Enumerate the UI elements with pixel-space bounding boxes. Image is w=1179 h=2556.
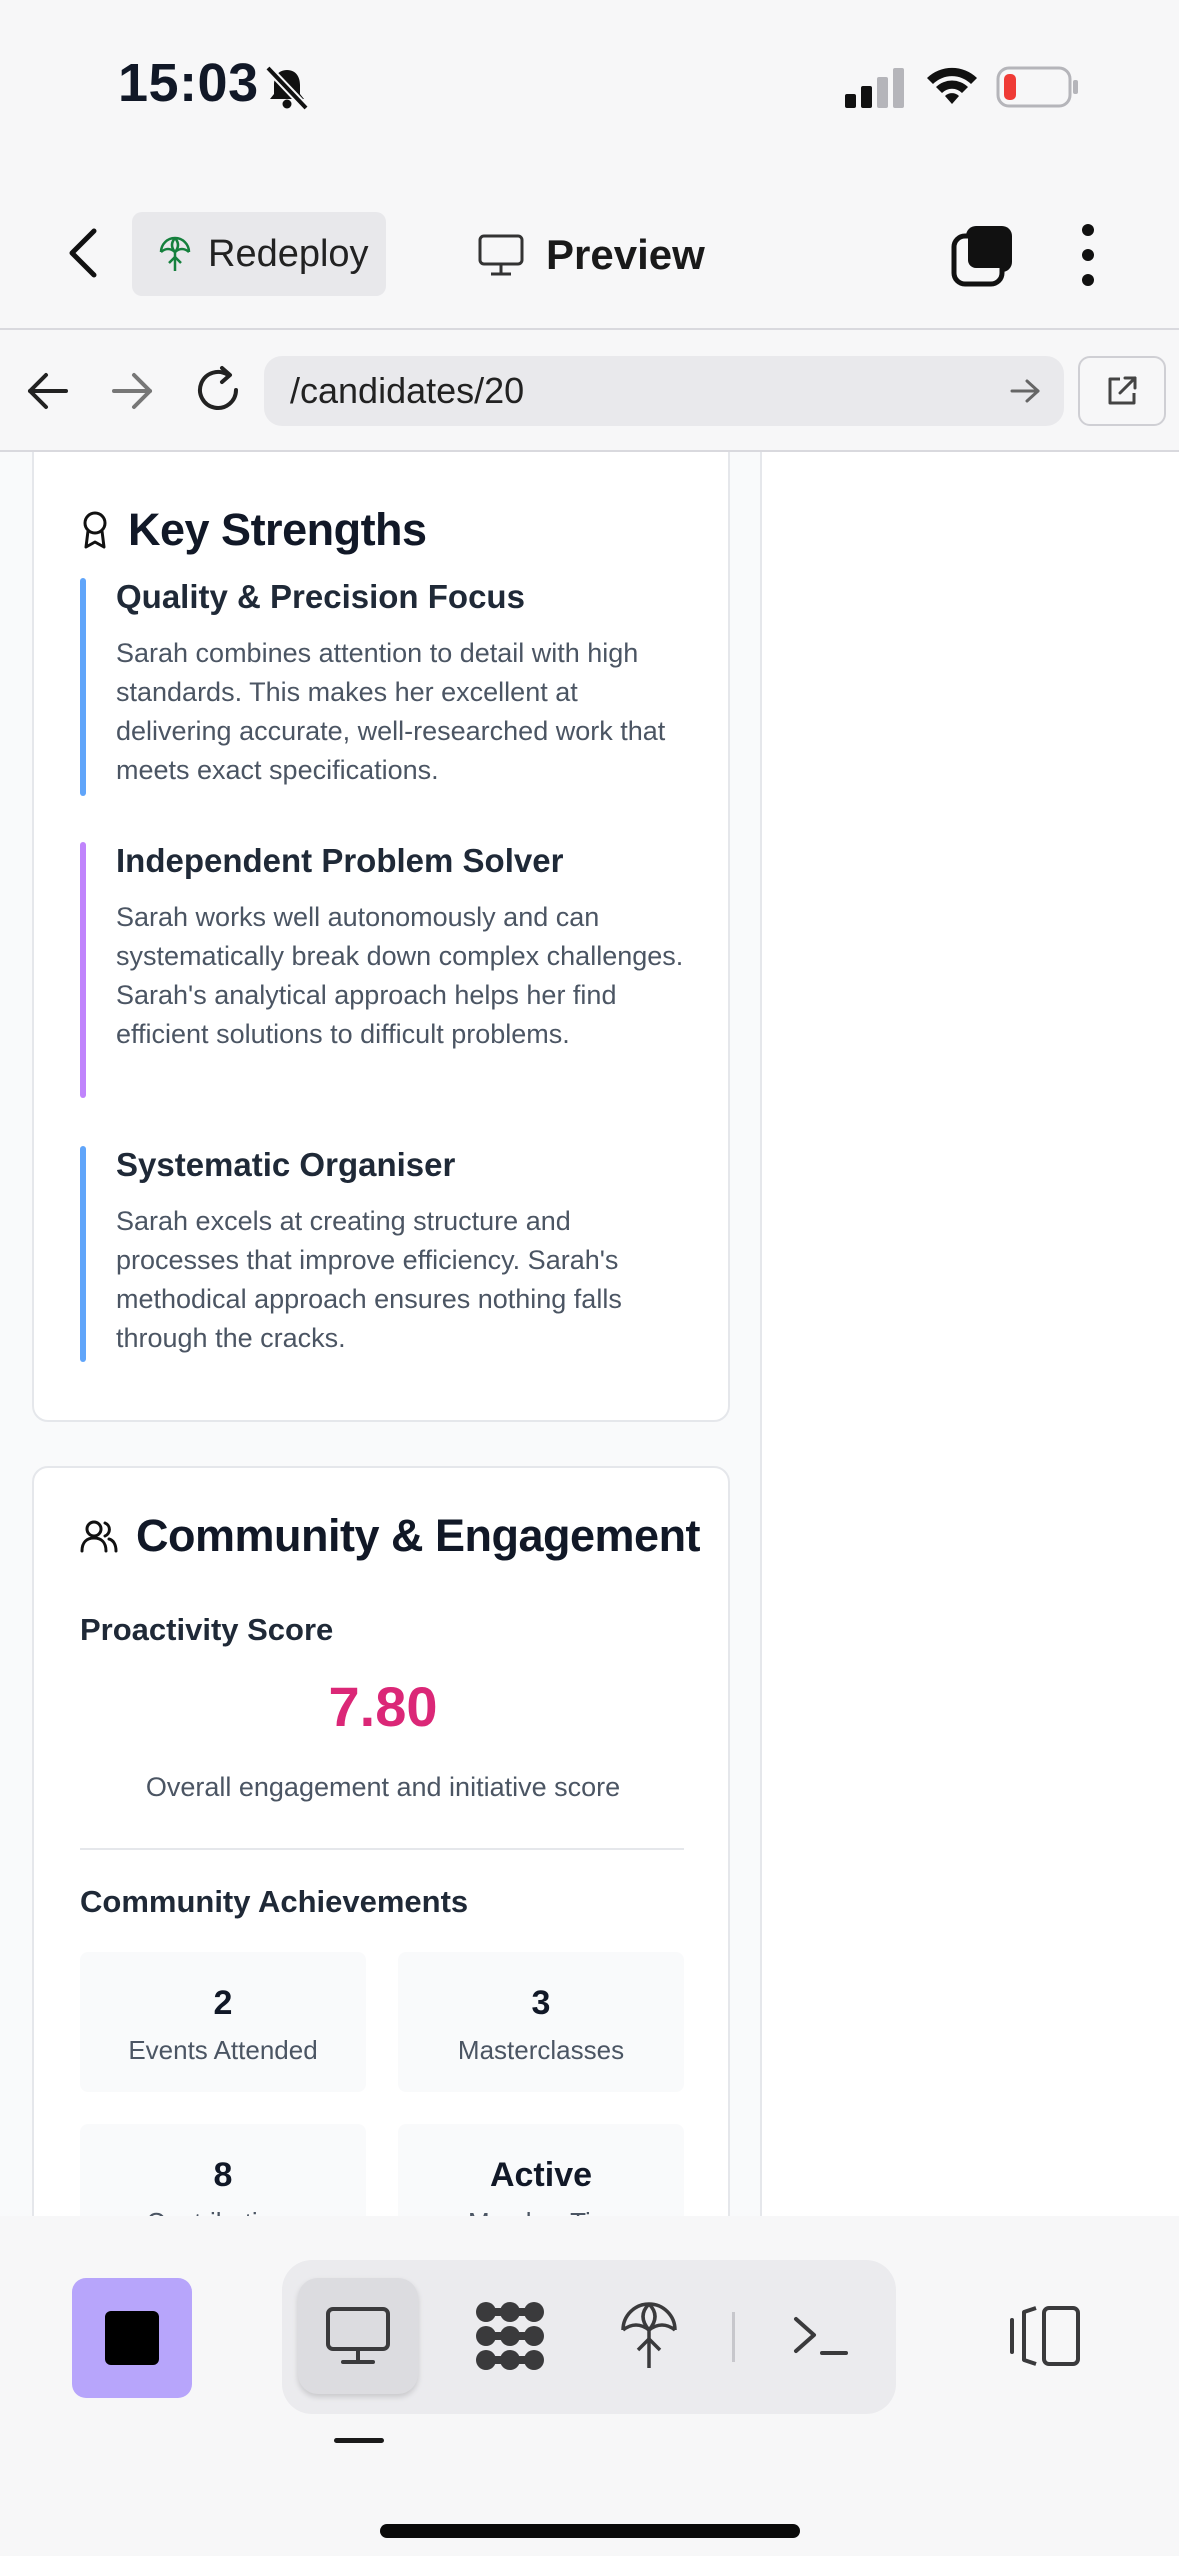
stop-button[interactable] bbox=[72, 2278, 192, 2398]
browser-url-bar: /candidates/20 bbox=[0, 330, 1179, 452]
go-arrow-icon[interactable] bbox=[1008, 376, 1042, 406]
preview-label: Preview bbox=[546, 231, 705, 278]
desktop-icon bbox=[326, 2307, 390, 2364]
mode-switcher bbox=[282, 2260, 896, 2414]
strength-title: Systematic Organiser bbox=[116, 1146, 456, 1183]
award-icon bbox=[83, 511, 107, 549]
blocks-icon bbox=[476, 2302, 544, 2370]
active-mode-indicator bbox=[334, 2438, 384, 2443]
external-link-icon bbox=[1108, 376, 1137, 405]
layout-toggle-icon[interactable] bbox=[1008, 2304, 1082, 2368]
url-text: /candidates/20 bbox=[290, 370, 525, 411]
strength-description: Sarah works well autonomously and can sy… bbox=[116, 902, 684, 1049]
reload-icon[interactable] bbox=[192, 364, 244, 416]
community-heading: Community & Engagement bbox=[80, 1510, 701, 1562]
desktop-mode-button[interactable] bbox=[298, 2278, 418, 2394]
strength-item: Independent Problem Solver Sarah works w… bbox=[80, 842, 690, 1098]
community-engagement-card: Community & Engagement Proactivity Score… bbox=[32, 1466, 730, 2216]
bell-slash-icon bbox=[265, 65, 309, 110]
more-options-icon[interactable] bbox=[1070, 220, 1106, 290]
app-header: Redeploy Preview bbox=[0, 175, 1179, 330]
blocks-mode-button[interactable] bbox=[450, 2278, 570, 2394]
stat-contributions: 8 Contributions bbox=[80, 2124, 366, 2216]
url-field[interactable]: /candidates/20 bbox=[264, 356, 1064, 426]
back-chevron-icon[interactable] bbox=[60, 223, 110, 283]
proactivity-label: Proactivity Score bbox=[80, 1612, 334, 1647]
strength-title: Independent Problem Solver bbox=[116, 842, 564, 879]
strength-item: Systematic Organiser Sarah excels at cre… bbox=[80, 1146, 690, 1362]
strength-item: Quality & Precision Focus Sarah combines… bbox=[80, 578, 690, 796]
redeploy-label: Redeploy bbox=[208, 232, 369, 275]
proactivity-score: 7.80 bbox=[328, 1675, 438, 1738]
deploy-icon bbox=[621, 2302, 677, 2368]
signal-icon bbox=[845, 68, 904, 108]
stat-member-tier: Active Member Tier bbox=[398, 2124, 684, 2216]
right-pane bbox=[760, 452, 1179, 2216]
deploy-icon bbox=[159, 236, 191, 271]
key-strengths-card: Key Strengths Quality & Precision Focus … bbox=[32, 452, 730, 1422]
open-external-button[interactable] bbox=[1078, 356, 1166, 426]
users-icon bbox=[80, 1520, 118, 1553]
key-strengths-heading: Key Strengths bbox=[80, 504, 427, 556]
achievements-label: Community Achievements bbox=[80, 1884, 469, 1919]
web-content[interactable]: Key Strengths Quality & Precision Focus … bbox=[0, 452, 1179, 2216]
status-bar: 15:03 bbox=[0, 0, 1179, 175]
monitor-icon bbox=[478, 234, 524, 276]
strength-title: Quality & Precision Focus bbox=[116, 578, 525, 615]
arrow-left-icon[interactable] bbox=[24, 368, 72, 414]
strength-description: Sarah combines attention to detail with … bbox=[116, 638, 666, 785]
wifi-icon bbox=[927, 67, 977, 104]
stat-events-attended: 2 Events Attended bbox=[80, 1952, 366, 2092]
status-time: 15:03 bbox=[118, 53, 259, 113]
arrow-right-icon[interactable] bbox=[108, 368, 156, 414]
terminal-mode-button[interactable] bbox=[760, 2278, 880, 2394]
separator bbox=[732, 2312, 735, 2362]
terminal-icon bbox=[794, 2317, 848, 2355]
score-caption: Overall engagement and initiative score bbox=[145, 1772, 621, 1802]
redeploy-button[interactable]: Redeploy bbox=[132, 212, 386, 296]
divider bbox=[80, 1848, 684, 1850]
stat-masterclasses: 3 Masterclasses bbox=[398, 1952, 684, 2092]
home-indicator bbox=[380, 2524, 800, 2538]
tabs-icon[interactable] bbox=[950, 222, 1016, 288]
strength-description: Sarah excels at creating structure and p… bbox=[116, 1206, 622, 1353]
stop-icon bbox=[105, 2311, 159, 2365]
preview-tab[interactable]: Preview bbox=[478, 225, 705, 285]
deploy-mode-button[interactable] bbox=[594, 2278, 704, 2394]
battery-low-icon bbox=[996, 66, 1078, 108]
bottom-toolbar bbox=[0, 2216, 1179, 2556]
